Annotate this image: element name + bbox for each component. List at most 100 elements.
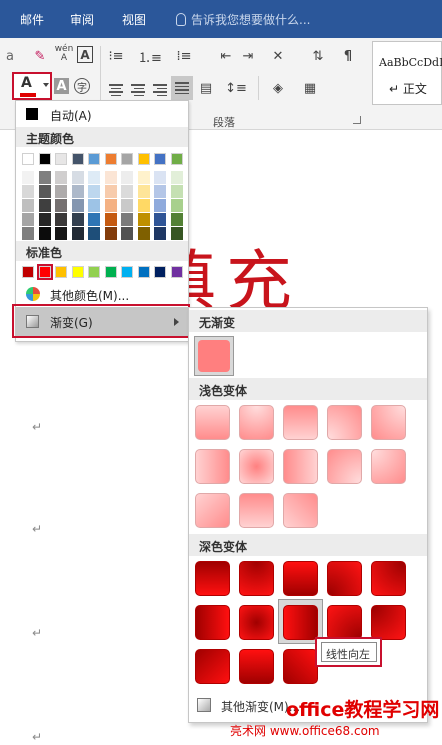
theme-shade-swatch[interactable] <box>88 199 100 212</box>
theme-shade-swatch[interactable] <box>121 199 133 212</box>
no-gradient-option[interactable] <box>194 336 234 376</box>
theme-shade-swatch[interactable] <box>71 227 84 240</box>
theme-color-swatch[interactable] <box>170 153 183 165</box>
dark-gradient-tile[interactable] <box>239 605 274 640</box>
standard-color-swatch[interactable] <box>22 266 34 278</box>
dark-gradient-tile[interactable] <box>195 649 230 684</box>
light-gradient-tile[interactable] <box>327 405 362 440</box>
theme-shade-swatch[interactable] <box>137 185 150 198</box>
line-spacing-icon[interactable]: ↕≡ <box>225 78 247 98</box>
theme-shade-swatch[interactable] <box>88 171 100 184</box>
increase-indent-icon[interactable]: ⇥ <box>238 46 258 66</box>
light-gradient-tile[interactable] <box>195 493 230 528</box>
theme-shade-swatch[interactable] <box>170 213 183 226</box>
theme-color-swatch[interactable] <box>121 153 133 165</box>
theme-shade-swatch[interactable] <box>137 213 150 226</box>
theme-shade-swatch[interactable] <box>38 213 51 226</box>
theme-shade-swatch[interactable] <box>55 213 67 226</box>
light-gradient-tile[interactable] <box>239 449 274 484</box>
theme-shade-swatch[interactable] <box>121 185 133 198</box>
more-colors-item[interactable]: 其他颜色(M)... <box>16 283 188 305</box>
char-shading-icon[interactable]: A <box>54 78 69 94</box>
dark-gradient-tile[interactable] <box>283 649 318 684</box>
theme-shade-swatch[interactable] <box>38 185 51 198</box>
dark-gradient-tile[interactable] <box>371 605 406 640</box>
theme-shade-swatch[interactable] <box>121 227 133 240</box>
dark-gradient-tile[interactable] <box>195 605 230 640</box>
theme-shade-swatch[interactable] <box>154 185 166 198</box>
theme-shade-swatch[interactable] <box>170 171 183 184</box>
theme-shade-swatch[interactable] <box>121 213 133 226</box>
theme-shade-swatch[interactable] <box>88 185 100 198</box>
standard-color-swatch[interactable] <box>88 266 100 278</box>
align-left-icon[interactable] <box>108 80 124 100</box>
standard-color-swatch[interactable] <box>55 266 67 278</box>
dark-gradient-tile[interactable] <box>239 561 274 596</box>
theme-shade-swatch[interactable] <box>38 171 51 184</box>
light-gradient-tile[interactable] <box>239 493 274 528</box>
theme-shade-swatch[interactable] <box>88 213 100 226</box>
theme-color-swatch[interactable] <box>22 153 34 165</box>
theme-shade-swatch[interactable] <box>170 185 183 198</box>
theme-shade-swatch[interactable] <box>104 185 117 198</box>
theme-shade-swatch[interactable] <box>38 199 51 212</box>
tab-view[interactable]: 视图 <box>122 11 146 28</box>
standard-color-swatch[interactable] <box>170 266 183 278</box>
show-marks-icon[interactable]: ¶ <box>338 46 358 66</box>
theme-shade-swatch[interactable] <box>22 199 34 212</box>
light-gradient-tile[interactable] <box>195 449 230 484</box>
asian-layout-icon[interactable]: ✕ <box>268 46 288 66</box>
theme-shade-swatch[interactable] <box>55 199 67 212</box>
light-gradient-tile[interactable] <box>283 405 318 440</box>
dialog-launcher-icon[interactable] <box>353 116 361 124</box>
theme-shade-swatch[interactable] <box>55 227 67 240</box>
theme-shade-swatch[interactable] <box>71 199 84 212</box>
standard-color-swatch[interactable] <box>71 266 84 278</box>
distributed-icon[interactable]: ▤ <box>196 78 216 98</box>
theme-shade-swatch[interactable] <box>137 171 150 184</box>
dark-gradient-tile[interactable] <box>239 649 274 684</box>
light-gradient-tile[interactable] <box>327 449 362 484</box>
theme-shade-swatch[interactable] <box>55 185 67 198</box>
light-gradient-tile[interactable] <box>283 449 318 484</box>
standard-color-swatch[interactable] <box>137 266 150 278</box>
theme-color-swatch[interactable] <box>88 153 100 165</box>
style-normal[interactable]: AaBbCcDdI ↵ 正文 <box>372 41 442 105</box>
theme-shade-swatch[interactable] <box>22 213 34 226</box>
auto-color-item[interactable]: 自动(A) <box>16 103 188 125</box>
clear-format-icon[interactable]: ✎ <box>30 46 50 66</box>
decrease-indent-icon[interactable]: ⇤ <box>216 46 236 66</box>
theme-shade-swatch[interactable] <box>121 171 133 184</box>
theme-shade-swatch[interactable] <box>104 213 117 226</box>
numbering-icon[interactable]: ⒈≡ <box>138 46 162 66</box>
theme-color-swatch[interactable] <box>104 153 117 165</box>
dark-gradient-tile[interactable] <box>371 561 406 596</box>
standard-color-swatch[interactable] <box>154 266 166 278</box>
theme-shade-swatch[interactable] <box>71 185 84 198</box>
align-right-icon[interactable] <box>152 80 168 100</box>
tab-mailings[interactable]: 邮件 <box>20 11 44 28</box>
theme-shade-swatch[interactable] <box>71 171 84 184</box>
theme-shade-swatch[interactable] <box>104 199 117 212</box>
theme-shade-swatch[interactable] <box>55 171 67 184</box>
theme-shade-swatch[interactable] <box>154 199 166 212</box>
shading-icon[interactable]: ◈ <box>268 78 288 98</box>
dark-gradient-tile[interactable] <box>195 561 230 596</box>
standard-color-swatch[interactable] <box>36 264 53 280</box>
theme-shade-swatch[interactable] <box>154 227 166 240</box>
theme-color-swatch[interactable] <box>71 153 84 165</box>
theme-shade-swatch[interactable] <box>22 171 34 184</box>
theme-shade-swatch[interactable] <box>154 213 166 226</box>
light-gradient-tile[interactable] <box>371 449 406 484</box>
theme-shade-swatch[interactable] <box>88 227 100 240</box>
char-border-icon[interactable]: A <box>77 46 93 63</box>
theme-shade-swatch[interactable] <box>22 227 34 240</box>
bullets-icon[interactable]: ⁝≡ <box>106 46 126 66</box>
theme-shade-swatch[interactable] <box>104 227 117 240</box>
theme-shade-swatch[interactable] <box>137 199 150 212</box>
theme-shade-swatch[interactable] <box>22 185 34 198</box>
enclose-char-icon[interactable]: 字 <box>74 78 90 94</box>
theme-color-swatch[interactable] <box>55 153 67 165</box>
align-center-icon[interactable] <box>130 80 146 100</box>
theme-shade-swatch[interactable] <box>71 213 84 226</box>
